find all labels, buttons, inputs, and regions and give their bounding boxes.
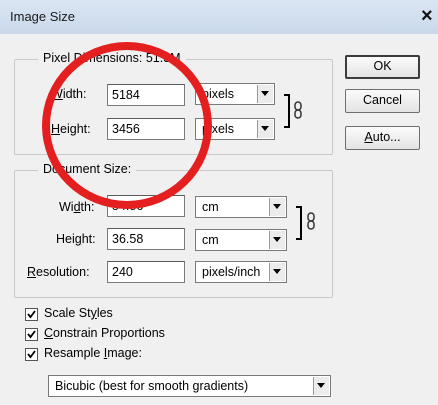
scale-styles-pre: Scale St (44, 306, 91, 320)
image-size-dialog: Image Size × Pixel Dimensions: 51.3M Wid… (0, 0, 438, 405)
doc-width-label-mnemonic: d (73, 200, 81, 214)
doc-height-unit-select[interactable]: cm (195, 229, 287, 251)
constrain-mnemonic: C (44, 326, 54, 340)
resample-post: mage: (107, 346, 142, 360)
resample-method-select[interactable]: Bicubic (best for smooth gradients) (48, 375, 331, 397)
doc-constrain-bracket (296, 206, 302, 240)
scale-styles-label: Scale Styles (44, 306, 113, 320)
doc-height-unit-value: cm (202, 233, 219, 247)
doc-width-label: Width: (59, 200, 94, 214)
constrain-proportions-label: Constrain Proportions (44, 326, 165, 340)
chain-link-icon (306, 212, 316, 233)
ok-button[interactable]: OK (345, 55, 420, 79)
resolution-unit-value: pixels/inch (202, 265, 261, 279)
doc-height-label: Height: (56, 232, 96, 246)
doc-height-label-pre: Hei (56, 232, 75, 246)
chain-link-icon (293, 101, 303, 122)
close-icon[interactable]: × (421, 4, 433, 28)
auto-label-rest: uto... (372, 130, 401, 144)
constrain-proportions-checkbox[interactable] (25, 328, 38, 341)
scale-styles-post: les (96, 306, 113, 320)
resample-method-value: Bicubic (best for smooth gradients) (55, 379, 249, 393)
dialog-title: Image Size (10, 9, 76, 24)
doc-width-unit-select[interactable]: cm (195, 196, 287, 218)
resolution-label-mnemonic: R (27, 265, 37, 279)
scale-styles-checkbox[interactable] (25, 308, 38, 321)
chevron-down-icon[interactable] (269, 231, 285, 249)
check-icon (27, 350, 36, 359)
constrain-bracket (284, 94, 290, 128)
auto-button[interactable]: Auto... (345, 126, 420, 150)
resolution-label-post: esolution: (36, 265, 90, 279)
chevron-down-icon[interactable] (269, 198, 285, 216)
constrain-post: onstrain Proportions (53, 326, 165, 340)
red-circle-annotation (42, 42, 212, 209)
resolution-label: Resolution: (27, 265, 90, 279)
resolution-input[interactable] (107, 261, 185, 283)
chevron-down-icon[interactable] (257, 85, 273, 103)
chevron-down-icon[interactable] (313, 377, 329, 395)
check-icon (27, 330, 36, 339)
doc-width-label-pre: Wi (59, 200, 74, 214)
title-bar: Image Size × (0, 0, 438, 34)
auto-mnemonic: A (364, 130, 373, 144)
doc-width-unit-value: cm (202, 200, 219, 214)
doc-height-label-mnemonic: g (74, 232, 82, 246)
chevron-down-icon[interactable] (257, 120, 273, 138)
resample-image-label: Resample Image: (44, 346, 142, 360)
doc-height-label-post: ht: (81, 232, 96, 246)
chevron-down-icon[interactable] (269, 263, 285, 281)
resample-image-checkbox[interactable] (25, 348, 38, 361)
resolution-unit-select[interactable]: pixels/inch (195, 261, 287, 283)
resample-pre: Resample (44, 346, 104, 360)
cancel-button[interactable]: Cancel (345, 89, 420, 113)
doc-height-input[interactable] (107, 228, 185, 250)
check-icon (27, 310, 36, 319)
